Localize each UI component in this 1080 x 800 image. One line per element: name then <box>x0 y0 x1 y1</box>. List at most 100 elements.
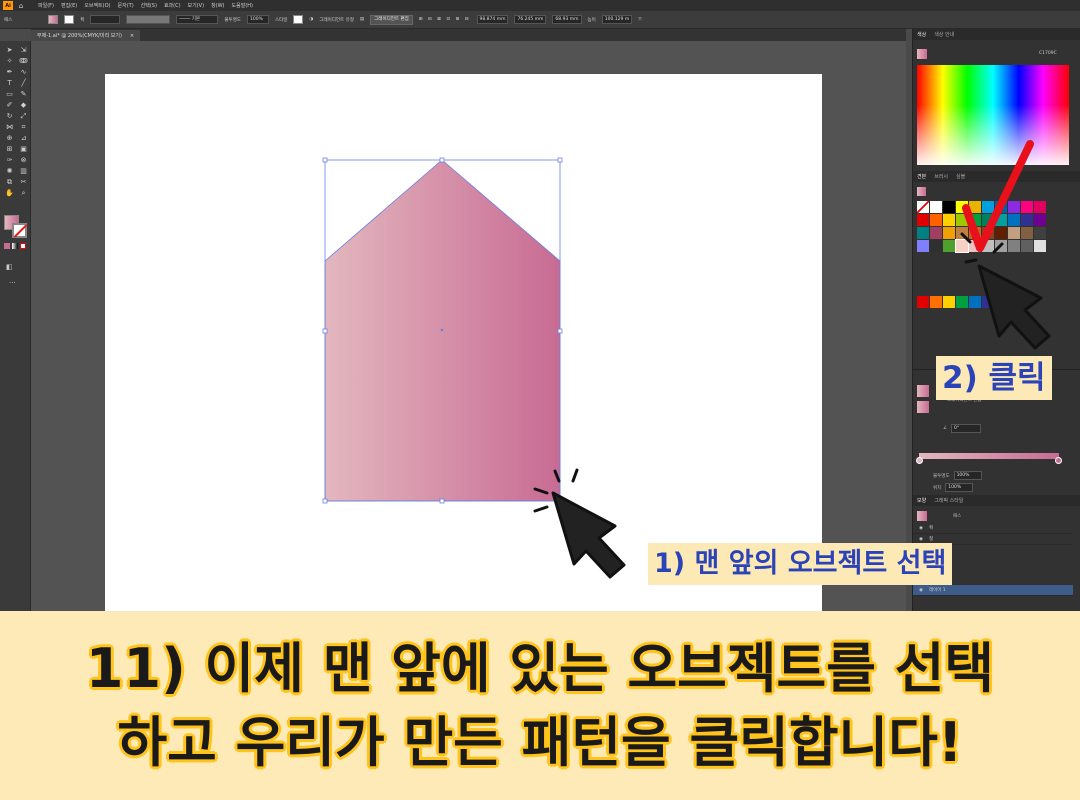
y-field[interactable]: 76.245 mm <box>514 15 547 24</box>
swatch-item[interactable] <box>956 296 968 308</box>
variable-width-field[interactable] <box>126 15 171 24</box>
tab-color[interactable]: 색상 <box>917 31 926 38</box>
free-transform-icon[interactable]: ⌗ <box>18 122 29 132</box>
eraser-icon[interactable]: ◆ <box>18 100 29 110</box>
swatch-item[interactable] <box>943 201 955 213</box>
scale-tool-icon[interactable]: ⤢ <box>18 111 29 121</box>
appearance-row-stroke[interactable]: ◉ 획 <box>913 523 1073 534</box>
stroke-box[interactable] <box>12 223 27 238</box>
swatch-item[interactable] <box>943 214 955 226</box>
symbol-sprayer-icon[interactable]: ✺ <box>4 166 15 176</box>
tab-color-guide[interactable]: 색상 안내 <box>934 31 954 38</box>
perspective-icon[interactable]: ⊿ <box>18 133 29 143</box>
gradient-stop-start[interactable] <box>916 457 923 464</box>
transform-icon[interactable]: ⤧ <box>638 17 642 23</box>
brush-field[interactable]: ──── 기본 <box>176 15 219 24</box>
gradient-stop-end[interactable] <box>1055 457 1062 464</box>
tab-appearance[interactable]: 모양 <box>917 497 926 504</box>
shape-builder-icon[interactable]: ⊕ <box>4 133 15 143</box>
tab-swatches[interactable]: 견본 <box>917 173 926 180</box>
opacity-field[interactable]: 100% <box>246 15 269 24</box>
swatch-item[interactable] <box>930 227 942 239</box>
magic-wand-icon[interactable]: ✧ <box>4 56 15 66</box>
menu-type[interactable]: 문자(T) <box>118 2 134 9</box>
curvature-icon[interactable]: ∿ <box>18 67 29 77</box>
artboard-tool-icon[interactable]: ⧉ <box>4 177 15 187</box>
none-button[interactable] <box>20 243 26 249</box>
home-icon[interactable]: ⌂ <box>16 2 26 10</box>
swatch-item[interactable] <box>930 240 942 252</box>
draw-mode-icon[interactable]: ◧ <box>6 263 13 271</box>
color-button[interactable] <box>4 243 10 249</box>
menu-window[interactable]: 창(W) <box>211 2 224 9</box>
gradient-edit-button[interactable]: 그레이디언트 편집 <box>370 14 413 25</box>
zoom-tool-icon[interactable]: ⌕ <box>18 188 29 198</box>
stroke-weight-field[interactable] <box>90 15 121 24</box>
swatch-none[interactable] <box>917 201 929 213</box>
x-field[interactable]: 98.874 mm <box>476 15 509 24</box>
eyedropper-icon[interactable]: ✑ <box>4 155 15 165</box>
menu-edit[interactable]: 편집(E) <box>61 2 77 9</box>
gradient-opacity-field[interactable]: 100% <box>953 471 982 480</box>
menu-view[interactable]: 보기(V) <box>188 2 205 9</box>
selection-tool-icon[interactable]: ➤ <box>4 45 15 55</box>
layer-row[interactable]: ◉ 레이어 1 <box>913 585 1073 596</box>
menu-help[interactable]: 도움말(H) <box>232 2 253 9</box>
type-tool-icon[interactable]: T <box>4 78 15 88</box>
slice-tool-icon[interactable]: ✂ <box>18 177 29 187</box>
menu-select[interactable]: 선택(S) <box>141 2 157 9</box>
gradient-location-field[interactable]: 100% <box>945 483 974 492</box>
mesh-tool-icon[interactable]: ⊞ <box>4 144 15 154</box>
shaper-icon[interactable]: ✐ <box>4 100 15 110</box>
blend-tool-icon[interactable]: ⊗ <box>18 155 29 165</box>
close-icon[interactable]: × <box>130 33 134 39</box>
height-field[interactable]: 100.129 m <box>601 15 633 24</box>
tab-brushes[interactable]: 브러시 <box>934 173 948 180</box>
width-tool-icon[interactable]: ⋈ <box>4 122 15 132</box>
swatch-item[interactable] <box>943 240 955 252</box>
gradient-angle-field[interactable]: 0° <box>951 424 982 433</box>
recolor-icon[interactable]: ◑ <box>309 17 313 22</box>
line-tool-icon[interactable]: ╱ <box>18 78 29 88</box>
style-swatch[interactable] <box>293 15 304 24</box>
more-tools-icon[interactable]: ··· <box>9 279 16 287</box>
direct-selection-tool-icon[interactable]: ⇲ <box>18 45 29 55</box>
gradient-button[interactable] <box>12 243 18 249</box>
gradient-linear-icon[interactable]: ▤ <box>360 17 364 22</box>
fill-stroke-indicator[interactable] <box>4 215 28 239</box>
document-tab[interactable]: 무제-1.ai* @ 200%(CMYK/미리 보기) × <box>31 30 141 41</box>
swatch-item[interactable] <box>930 214 942 226</box>
eye-icon[interactable]: ◉ <box>919 526 923 531</box>
eye-icon[interactable]: ◉ <box>919 537 923 542</box>
swatch-item[interactable] <box>917 214 929 226</box>
pen-tool-icon[interactable]: ✒ <box>4 67 15 77</box>
menu-effect[interactable]: 효과(C) <box>164 2 181 9</box>
width-field[interactable]: 68.93 mm <box>552 15 582 24</box>
tab-graphic-styles[interactable]: 그래픽 스타일 <box>934 497 963 504</box>
menu-object[interactable]: 오브젝트(O) <box>84 2 110 9</box>
swatch-item[interactable] <box>943 227 955 239</box>
swatch-item[interactable] <box>930 296 942 308</box>
swatch-item[interactable] <box>917 240 929 252</box>
lasso-icon[interactable]: ↂ <box>18 56 29 66</box>
color-panel-fill[interactable] <box>917 49 927 59</box>
align-icons[interactable]: ⊞ ⊟ ⊠ ⊡ ⊞ ⊟ <box>419 17 471 22</box>
menu-file[interactable]: 파일(F) <box>38 2 54 9</box>
gradient-tool-icon[interactable]: ▣ <box>18 144 29 154</box>
swatch-item[interactable] <box>917 296 929 308</box>
hex-value[interactable]: C1709C <box>1039 51 1057 56</box>
swatch-item[interactable] <box>943 296 955 308</box>
rectangle-tool-icon[interactable]: ▭ <box>4 89 15 99</box>
paintbrush-icon[interactable]: ✎ <box>18 89 29 99</box>
swatch-item[interactable] <box>930 201 942 213</box>
hand-tool-icon[interactable]: ✋ <box>4 188 15 198</box>
eye-icon[interactable]: ◉ <box>919 588 923 593</box>
graph-tool-icon[interactable]: ▥ <box>18 166 29 176</box>
rotate-tool-icon[interactable]: ↻ <box>4 111 15 121</box>
swatch-item[interactable] <box>917 227 929 239</box>
fill-swatch[interactable] <box>48 15 59 24</box>
gradient-swatch[interactable] <box>917 385 929 397</box>
swatch-panel-fill[interactable] <box>917 187 926 196</box>
stroke-swatch[interactable] <box>64 15 75 24</box>
gradient-stroke-swatch[interactable] <box>917 401 929 413</box>
